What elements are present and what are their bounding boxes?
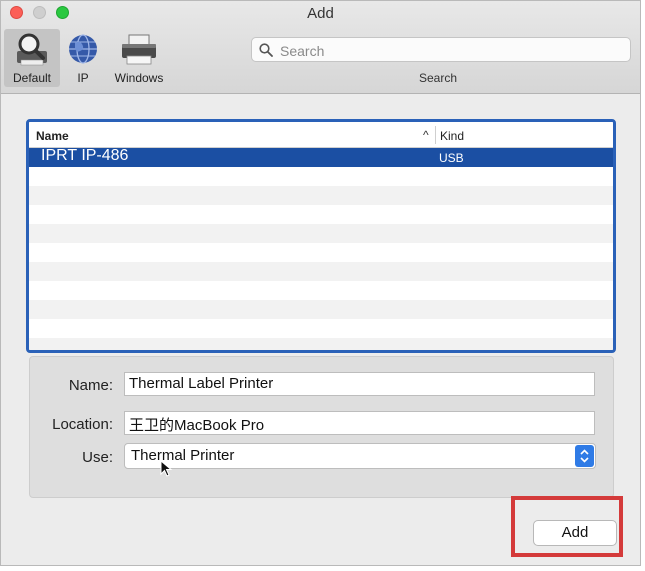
location-field[interactable]: 王卫的MacBook Pro	[124, 411, 595, 435]
name-label: Name:	[68, 377, 113, 394]
globe-icon	[69, 34, 97, 64]
ip-tab-label: IP	[77, 71, 89, 85]
mouse-cursor-icon	[160, 460, 173, 477]
use-label: Use:	[82, 449, 113, 466]
empty-list-row	[29, 205, 613, 224]
location-label: Location:	[52, 416, 113, 433]
list-header: Name ^ Kind	[29, 122, 613, 148]
printer-list[interactable]: Name ^ Kind IPRT IP-486 USB	[26, 119, 616, 353]
search-input[interactable]	[278, 39, 622, 62]
use-select-stepper[interactable]	[575, 445, 594, 467]
ip-printers-tab[interactable]: IP	[63, 29, 103, 87]
empty-list-row	[29, 281, 613, 300]
empty-list-row	[29, 300, 613, 319]
column-divider[interactable]	[435, 126, 436, 144]
empty-list-row	[29, 186, 613, 205]
windows-printers-tab[interactable]: Windows	[106, 29, 172, 87]
empty-list-row	[29, 338, 613, 350]
printer-name: IPRT IP-486	[41, 147, 129, 164]
default-printer-icon	[17, 33, 47, 66]
sort-ascending-icon[interactable]: ^	[423, 128, 429, 142]
window-title: Add	[307, 5, 334, 22]
use-select[interactable]: Thermal Printer	[124, 443, 596, 469]
kind-column-header[interactable]: Kind	[440, 129, 464, 143]
empty-list-row	[29, 224, 613, 243]
printer-row-selected[interactable]: IPRT IP-486 USB	[29, 147, 613, 167]
default-tab-label: Default	[12, 71, 52, 85]
add-button[interactable]: Add	[533, 520, 617, 546]
empty-list-row	[29, 319, 613, 338]
name-field[interactable]: Thermal Label Printer	[124, 372, 595, 396]
printer-kind: USB	[439, 151, 464, 165]
list-rows: IPRT IP-486 USB	[29, 147, 613, 350]
search-field[interactable]	[251, 37, 631, 62]
empty-list-row	[29, 243, 613, 262]
windows-printer-icon	[122, 34, 156, 65]
search-icon	[259, 43, 273, 57]
add-printer-window: Add Default IP Windows Search Search Nam…	[0, 0, 641, 566]
windows-tab-label: Windows	[114, 71, 164, 85]
printer-details-form: Name: Thermal Label Printer Location: 王卫…	[29, 356, 614, 498]
chevron-up-down-icon	[580, 449, 589, 463]
name-column-header[interactable]: Name	[36, 129, 69, 143]
empty-list-row	[29, 167, 613, 186]
use-select-value: Thermal Printer	[131, 447, 235, 464]
default-printers-tab[interactable]: Default	[4, 29, 60, 87]
empty-list-row	[29, 262, 613, 281]
toolbar: Add Default IP Windows Search Search	[1, 1, 640, 94]
search-label: Search	[419, 71, 458, 85]
